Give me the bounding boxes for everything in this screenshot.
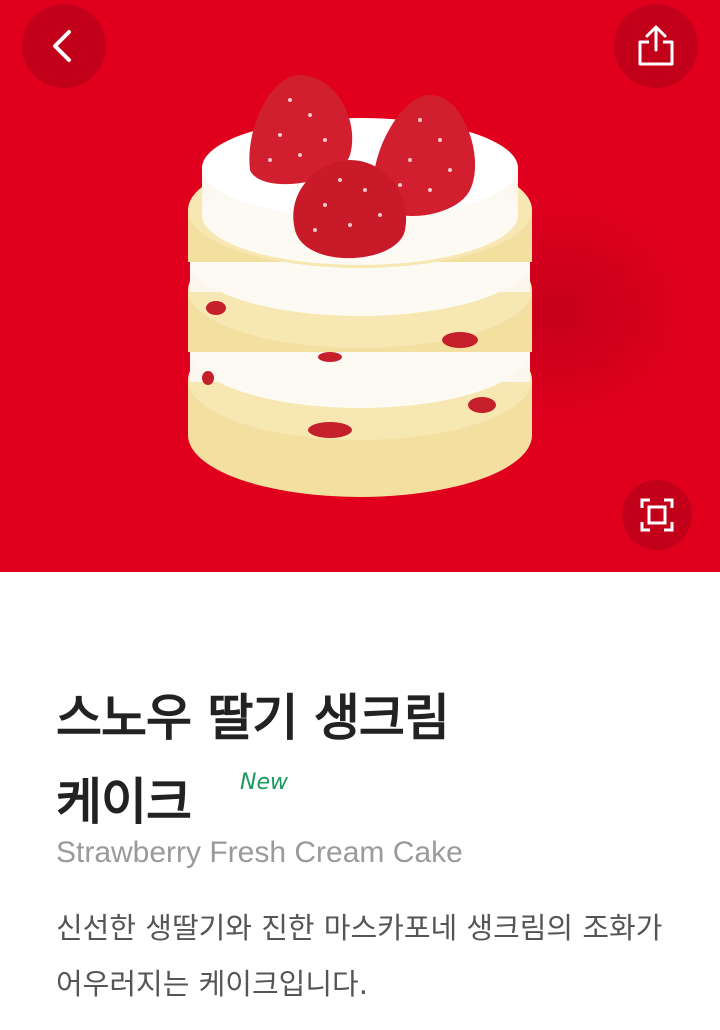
product-english-name: Strawberry Fresh Cream Cake xyxy=(56,836,463,869)
product-hero-image xyxy=(0,0,720,572)
new-badge: New xyxy=(240,770,288,795)
product-info: 스노우 딸기 생크림 케이크 New Strawberry Fresh Crea… xyxy=(0,572,720,1030)
zoom-button[interactable] xyxy=(622,480,692,550)
product-title-line-2: 케이크 xyxy=(56,773,192,831)
share-icon xyxy=(638,25,674,66)
back-button[interactable] xyxy=(22,4,106,88)
product-description: 신선한 생딸기와 진한 마스카포네 생크림의 조화가 어우러지는 케이크입니다. xyxy=(56,911,663,1001)
product-title-line-1: 스노우 딸기 생크림 xyxy=(56,689,450,747)
fullscreen-icon xyxy=(640,498,674,532)
chevron-left-icon xyxy=(53,30,71,62)
cake-image xyxy=(188,75,532,497)
share-button[interactable] xyxy=(614,4,698,88)
